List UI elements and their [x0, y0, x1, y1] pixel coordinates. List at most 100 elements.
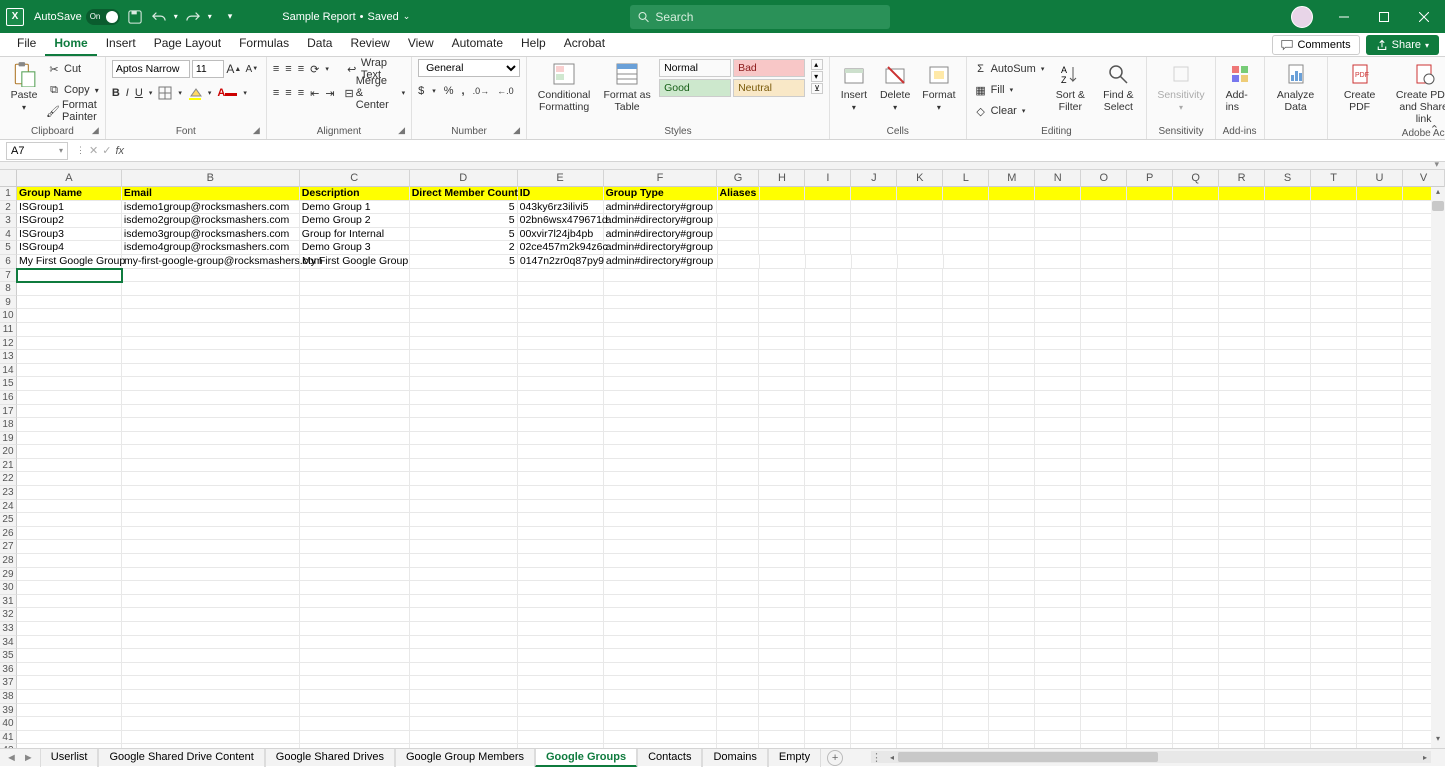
cell[interactable]: [17, 527, 122, 541]
font-name-select[interactable]: [112, 60, 190, 78]
cell[interactable]: [1081, 255, 1127, 269]
dialog-launcher-icon[interactable]: ◢: [398, 125, 405, 136]
cell[interactable]: [1219, 486, 1265, 500]
decrease-font-icon[interactable]: A▼: [244, 61, 260, 77]
cell[interactable]: [1219, 228, 1265, 242]
undo-icon[interactable]: [150, 8, 168, 26]
sheet-nav-last-icon[interactable]: ►: [23, 752, 34, 764]
sheet-tab-google-shared-drives[interactable]: Google Shared Drives: [265, 749, 395, 767]
cell[interactable]: [122, 636, 300, 650]
cell[interactable]: [943, 296, 989, 310]
cell[interactable]: [897, 228, 943, 242]
row-header[interactable]: 21: [0, 459, 17, 473]
menu-help[interactable]: Help: [512, 32, 555, 56]
cell[interactable]: isdemo3group@rocksmashers.com: [122, 228, 300, 242]
cell[interactable]: [1127, 282, 1173, 296]
cell[interactable]: [410, 690, 518, 704]
cell[interactable]: [1311, 622, 1357, 636]
cell[interactable]: [989, 241, 1035, 255]
cell[interactable]: [717, 282, 759, 296]
cell[interactable]: 5: [410, 255, 518, 269]
cell[interactable]: [759, 296, 805, 310]
cell[interactable]: [604, 350, 718, 364]
row-header[interactable]: 22: [0, 472, 17, 486]
cell[interactable]: [1265, 309, 1311, 323]
cell[interactable]: [122, 472, 300, 486]
underline-button[interactable]: U: [135, 87, 143, 99]
cell[interactable]: [300, 282, 410, 296]
cell[interactable]: [1265, 636, 1311, 650]
cell[interactable]: [851, 595, 897, 609]
cell[interactable]: [122, 445, 300, 459]
cell[interactable]: [17, 663, 122, 677]
cell[interactable]: [1127, 568, 1173, 582]
cell[interactable]: [1357, 432, 1403, 446]
cell[interactable]: [759, 309, 805, 323]
cell[interactable]: [943, 554, 989, 568]
cell[interactable]: [1173, 554, 1219, 568]
cell[interactable]: [806, 255, 852, 269]
cell[interactable]: 5: [410, 214, 518, 228]
cell[interactable]: [717, 663, 759, 677]
document-title[interactable]: Sample Report • Saved ⌄: [282, 11, 410, 23]
cell[interactable]: [1311, 187, 1357, 201]
cell[interactable]: [1173, 405, 1219, 419]
cell[interactable]: [851, 459, 897, 473]
menu-acrobat[interactable]: Acrobat: [555, 32, 614, 56]
cell[interactable]: [943, 282, 989, 296]
cell[interactable]: [1127, 486, 1173, 500]
expand-formula-bar[interactable]: [0, 162, 1445, 170]
cell[interactable]: [759, 663, 805, 677]
cell[interactable]: [989, 255, 1035, 269]
cell[interactable]: [1081, 214, 1127, 228]
cell[interactable]: [518, 622, 604, 636]
number-format-select[interactable]: General: [418, 59, 520, 77]
cell[interactable]: [1219, 513, 1265, 527]
cell[interactable]: [1219, 309, 1265, 323]
cell[interactable]: [1173, 364, 1219, 378]
cell[interactable]: isdemo1group@rocksmashers.com: [122, 201, 300, 215]
cell[interactable]: [943, 241, 989, 255]
menu-insert[interactable]: Insert: [97, 32, 145, 56]
cell[interactable]: [1127, 690, 1173, 704]
cell[interactable]: [805, 187, 851, 201]
cell[interactable]: [943, 717, 989, 731]
cell[interactable]: [897, 608, 943, 622]
align-top-icon[interactable]: ≡: [273, 63, 279, 75]
cell[interactable]: [717, 690, 759, 704]
paste-button[interactable]: Paste ▾: [6, 59, 42, 114]
cell[interactable]: [1265, 500, 1311, 514]
cell[interactable]: 0147n2zr0q87py9: [518, 255, 604, 269]
cell[interactable]: [989, 432, 1035, 446]
cell[interactable]: [17, 432, 122, 446]
cell[interactable]: [1219, 187, 1265, 201]
spreadsheet-grid[interactable]: ABCDEFGHIJKLMNOPQRSTUV 1Group NameEmailD…: [0, 170, 1445, 748]
cell[interactable]: [759, 717, 805, 731]
cell[interactable]: [1127, 296, 1173, 310]
cell[interactable]: Group Type: [604, 187, 718, 201]
cell[interactable]: [1219, 364, 1265, 378]
hscroll-right-icon[interactable]: ▸: [1419, 753, 1431, 762]
cell[interactable]: [1035, 377, 1081, 391]
cell[interactable]: [518, 296, 604, 310]
cell[interactable]: [518, 350, 604, 364]
cell[interactable]: ISGroup2: [17, 214, 122, 228]
cell[interactable]: [1219, 391, 1265, 405]
cell[interactable]: [17, 704, 122, 718]
row-header[interactable]: 37: [0, 676, 17, 690]
style-gallery-more-icon[interactable]: ⊻: [811, 83, 823, 94]
cell[interactable]: [1081, 364, 1127, 378]
cell[interactable]: [1173, 472, 1219, 486]
menu-page-layout[interactable]: Page Layout: [145, 32, 230, 56]
cell[interactable]: [1265, 690, 1311, 704]
cell[interactable]: [1311, 214, 1357, 228]
cell[interactable]: [1219, 350, 1265, 364]
cell[interactable]: [410, 269, 518, 283]
cell[interactable]: [897, 214, 943, 228]
cell[interactable]: [1311, 472, 1357, 486]
cell[interactable]: [760, 187, 806, 201]
cell[interactable]: [604, 527, 718, 541]
row-header[interactable]: 39: [0, 704, 17, 718]
cell[interactable]: [518, 377, 604, 391]
cell[interactable]: [1173, 228, 1219, 242]
